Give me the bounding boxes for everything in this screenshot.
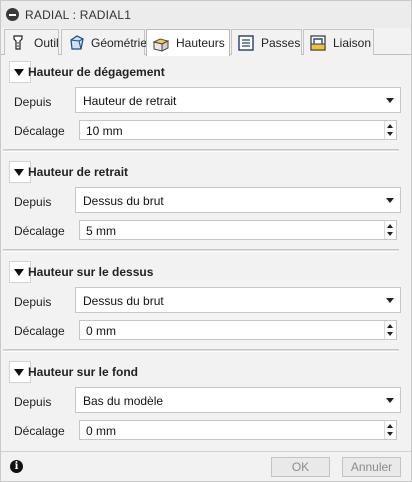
dropdown-arrow-icon: [386, 98, 394, 103]
tab-outil[interactable]: Outil: [4, 29, 59, 55]
heights-icon: [152, 34, 170, 52]
section-divider: [3, 149, 399, 152]
from-select-value: Bas du modèle: [83, 394, 164, 408]
offset-label: Décalage: [14, 224, 65, 238]
section-header[interactable]: Hauteur de retrait: [5, 157, 395, 187]
dropdown-arrow-icon: [386, 298, 394, 303]
offset-value: 10 mm: [86, 124, 123, 138]
section-title: Hauteur de dégagement: [28, 65, 165, 79]
section-header[interactable]: Hauteur sur le fond: [5, 357, 395, 387]
section-hauteur-retrait: Hauteur de retrait Depuis Dessus du brut…: [5, 157, 401, 249]
tab-label: Géométrie: [91, 35, 148, 50]
tab-label: Liaison: [333, 35, 372, 50]
section-header[interactable]: Hauteur sur le dessus: [5, 257, 395, 287]
from-label: Depuis: [14, 295, 52, 309]
cancel-button[interactable]: Annuler: [342, 457, 401, 477]
section-divider: [3, 349, 399, 352]
section-divider: [3, 249, 399, 252]
offset-label: Décalage: [14, 324, 65, 338]
passes-icon: [237, 34, 255, 52]
tab-geometrie[interactable]: Géométrie: [61, 29, 148, 55]
from-select[interactable]: Hauteur de retrait: [75, 87, 401, 113]
radial-dialog: RADIAL : RADIAL1 Outil Géométrie Hauteur…: [0, 0, 412, 482]
offset-input[interactable]: 5 mm: [79, 220, 397, 240]
spin-down-icon[interactable]: [387, 332, 393, 336]
tab-passes[interactable]: Passes: [231, 29, 302, 55]
offset-input[interactable]: 0 mm: [79, 320, 397, 340]
title-bar: RADIAL : RADIAL1: [1, 1, 411, 28]
offset-value: 0 mm: [86, 324, 116, 338]
spinner-buttons[interactable]: [384, 321, 396, 339]
dialog-title: RADIAL : RADIAL1: [25, 8, 132, 22]
spin-down-icon[interactable]: [387, 432, 393, 436]
linking-icon: [309, 34, 327, 52]
tab-label: Passes: [261, 35, 301, 50]
dropdown-arrow-icon: [386, 398, 394, 403]
dropdown-arrow-icon: [386, 198, 394, 203]
offset-label: Décalage: [14, 424, 65, 438]
section-title: Hauteur de retrait: [28, 165, 129, 179]
from-select-value: Dessus du brut: [83, 194, 164, 208]
spin-up-icon[interactable]: [387, 424, 393, 428]
section-title: Hauteur sur le fond: [28, 365, 139, 379]
spin-down-icon[interactable]: [387, 132, 393, 136]
from-select[interactable]: Dessus du brut: [75, 187, 401, 213]
section-hauteur-degagement: Hauteur de dégagement Depuis Hauteur de …: [5, 57, 401, 149]
info-icon[interactable]: i: [10, 460, 23, 473]
from-label: Depuis: [14, 95, 52, 109]
offset-input[interactable]: 10 mm: [79, 120, 397, 140]
collapse-icon[interactable]: [6, 8, 19, 21]
from-label: Depuis: [14, 195, 52, 209]
tool-icon: [10, 34, 28, 52]
spin-up-icon[interactable]: [387, 224, 393, 228]
spinner-buttons[interactable]: [384, 221, 396, 239]
section-header[interactable]: Hauteur de dégagement: [5, 57, 395, 87]
geometry-icon: [67, 34, 85, 52]
spinner-buttons[interactable]: [384, 121, 396, 139]
dialog-footer: i OK Annuler: [1, 451, 411, 481]
from-select-value: Hauteur de retrait: [83, 94, 177, 108]
from-select-value: Dessus du brut: [83, 294, 164, 308]
offset-label: Décalage: [14, 124, 65, 138]
from-select[interactable]: Bas du modèle: [75, 387, 401, 413]
section-hauteur-fond: Hauteur sur le fond Depuis Bas du modèle…: [5, 357, 401, 449]
tab-label: Outil: [34, 35, 59, 50]
from-label: Depuis: [14, 395, 52, 409]
spin-up-icon[interactable]: [387, 124, 393, 128]
spinner-buttons[interactable]: [384, 421, 396, 439]
tab-liaison[interactable]: Liaison: [303, 29, 374, 55]
spin-up-icon[interactable]: [387, 324, 393, 328]
ok-button[interactable]: OK: [271, 457, 330, 477]
section-hauteur-dessus: Hauteur sur le dessus Depuis Dessus du b…: [5, 257, 401, 349]
from-select[interactable]: Dessus du brut: [75, 287, 401, 313]
tab-bar: Outil Géométrie Hauteurs Passes Liaison: [1, 28, 411, 56]
spin-down-icon[interactable]: [387, 232, 393, 236]
tab-label: Hauteurs: [176, 36, 225, 50]
offset-input[interactable]: 0 mm: [79, 420, 397, 440]
tab-hauteurs[interactable]: Hauteurs: [146, 29, 230, 56]
section-title: Hauteur sur le dessus: [28, 265, 154, 279]
offset-value: 0 mm: [86, 424, 116, 438]
offset-value: 5 mm: [86, 224, 116, 238]
